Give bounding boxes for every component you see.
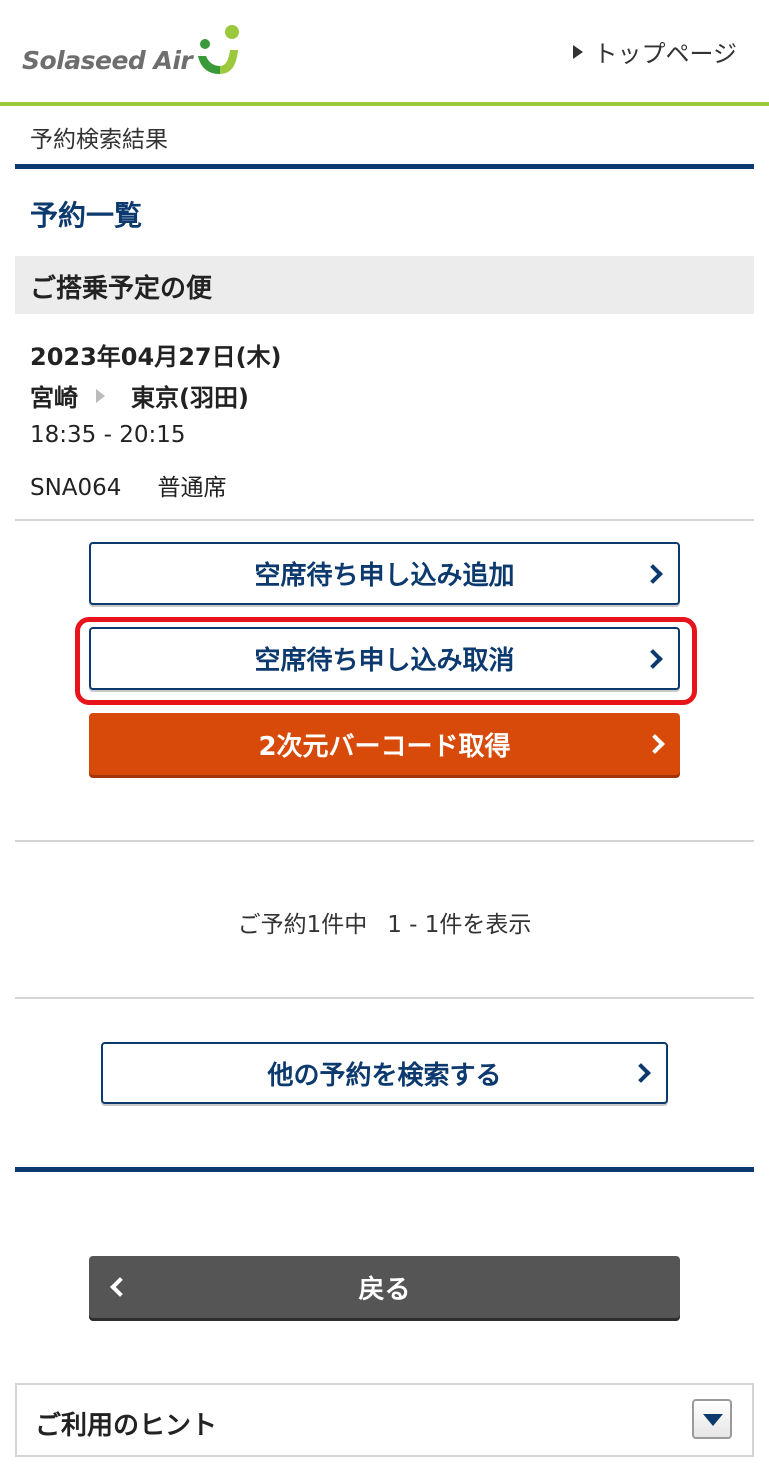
triangle-right-icon (573, 44, 584, 59)
flight-times: 18:35 - 20:15 (30, 422, 186, 448)
top-page-label: トップページ (593, 40, 737, 68)
page-title: 予約一覧 (30, 199, 143, 232)
barcode-label: 2次元バーコード取得 (258, 731, 511, 762)
flight-number: SNA064 (30, 475, 122, 501)
top-page-link[interactable]: トップページ (573, 34, 737, 69)
divider (15, 840, 754, 842)
dropdown-toggle-icon[interactable] (692, 1399, 732, 1439)
chevron-left-icon (110, 1277, 130, 1297)
header: Solaseed Air トップページ (0, 0, 769, 106)
flight-date: 2023年04月27日(木) (30, 343, 282, 371)
result-count: ご予約1件中 1 - 1件を表示 (0, 905, 769, 939)
chevron-right-icon (645, 734, 665, 754)
chevron-right-icon (643, 563, 663, 584)
result-range: 1 - 1件を表示 (387, 912, 532, 938)
solaseed-logo[interactable]: Solaseed Air (22, 24, 252, 84)
hint-title: ご利用のヒント (35, 1411, 218, 1441)
result-total: ご予約1件中 (237, 912, 368, 938)
cancel-waitlist-label: 空席待ち申し込み取消 (254, 646, 515, 676)
flight-route: 宮崎 東京(羽田) (30, 378, 249, 413)
divider (15, 519, 754, 521)
barcode-button[interactable]: 2次元バーコード取得 (89, 713, 680, 775)
section-divider (15, 164, 754, 169)
destination: 東京(羽田) (131, 384, 249, 412)
search-other-label: 他の予約を検索する (267, 1060, 502, 1091)
add-waitlist-button[interactable]: 空席待ち申し込み追加 (89, 542, 680, 605)
divider (15, 997, 754, 999)
route-arrow-icon (96, 388, 105, 403)
brand-wordmark: Solaseed Air (22, 46, 193, 75)
upcoming-heading-label: ご搭乗予定の便 (30, 274, 213, 304)
section-divider (15, 1167, 754, 1172)
header-divider (0, 102, 769, 106)
cancel-waitlist-button[interactable]: 空席待ち申し込み取消 (89, 627, 680, 690)
chevron-right-icon (631, 1063, 651, 1083)
search-other-reservation-button[interactable]: 他の予約を検索する (101, 1042, 668, 1104)
flight-info: SNA064 普通席 (30, 468, 226, 502)
seat-class: 普通席 (157, 475, 227, 501)
back-button[interactable]: 戻る (89, 1256, 680, 1318)
add-waitlist-label: 空席待ち申し込み追加 (254, 561, 515, 591)
origin: 宮崎 (30, 384, 78, 412)
chevron-right-icon (643, 648, 663, 669)
breadcrumb: 予約検索結果 (30, 127, 168, 153)
usage-hints-panel[interactable]: ご利用のヒント (15, 1383, 754, 1457)
upcoming-flights-heading: ご搭乗予定の便 (15, 256, 754, 314)
logo-mark-icon (198, 25, 239, 74)
back-label: 戻る (358, 1274, 411, 1305)
